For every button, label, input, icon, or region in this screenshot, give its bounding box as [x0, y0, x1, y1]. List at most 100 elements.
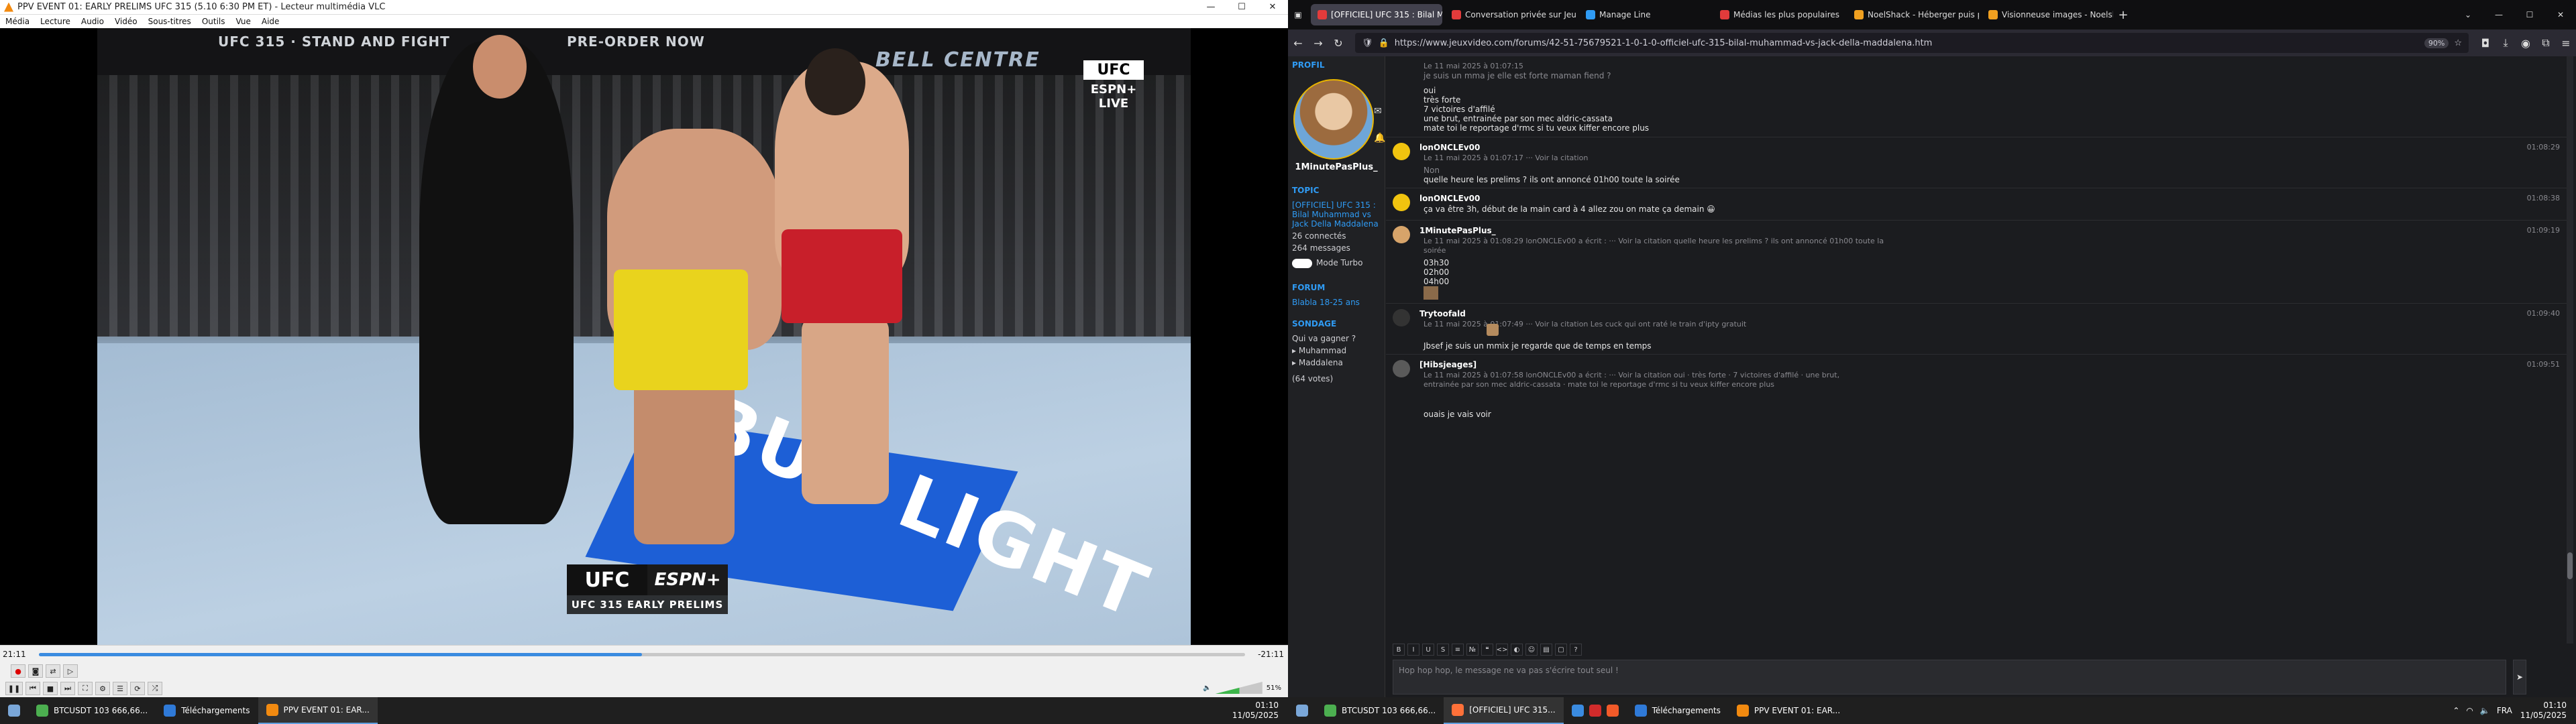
code-icon[interactable]: <> — [1496, 644, 1508, 656]
strike-icon[interactable]: S — [1437, 644, 1449, 656]
fullscreen-icon[interactable]: ⛶ — [78, 682, 93, 695]
taskbar-item-downloads[interactable]: Téléchargements — [1627, 697, 1729, 724]
bookmark-star-icon[interactable]: ☆ — [2454, 38, 2462, 48]
shield-icon[interactable]: 🛡 — [1362, 38, 1373, 48]
start-button[interactable] — [1288, 697, 1316, 724]
edge-icon[interactable] — [1571, 705, 1584, 717]
menu-view[interactable]: Vue — [231, 17, 256, 26]
opera-icon[interactable] — [1589, 705, 1601, 717]
sticker-image[interactable] — [1487, 324, 1499, 336]
help-icon[interactable]: ? — [1570, 644, 1582, 656]
poll-option-1[interactable]: ▸ Muhammad — [1288, 345, 1385, 357]
tab-noelshack-viewer[interactable]: Visionneuse images - Noelshac — [1982, 4, 2113, 25]
underline-icon[interactable]: U — [1422, 644, 1434, 656]
brave-icon[interactable] — [1606, 705, 1619, 717]
taskbar-item-firefox[interactable]: [OFFICIEL] UFC 315... — [1444, 697, 1564, 724]
tab-manage-line[interactable]: Manage Line — [1579, 4, 1711, 25]
new-tab-icon[interactable]: + — [2113, 8, 2133, 22]
taskbar-item-btc[interactable]: BTCUSDT 103 666,66... — [28, 697, 156, 724]
post-author[interactable]: lonONCLEv00 — [1419, 143, 1480, 152]
loop-ab-icon[interactable]: ⇄ — [46, 664, 60, 678]
post-author[interactable]: 1MinutePasPlus_ — [1419, 226, 1496, 235]
poll-option-2[interactable]: ▸ Maddalena — [1288, 357, 1385, 369]
image-icon[interactable]: ▤ — [1540, 644, 1552, 656]
pocket-icon[interactable]: ◘ — [2475, 37, 2496, 50]
menu-subtitles[interactable]: Sous-titres — [143, 17, 197, 26]
user-avatar[interactable] — [1393, 143, 1410, 160]
ordered-list-icon[interactable]: № — [1466, 644, 1479, 656]
zoom-badge[interactable]: 90% — [2424, 38, 2449, 48]
loop-icon[interactable]: ⟳ — [130, 682, 145, 695]
message-input[interactable]: Hop hop hop, le message ne va pas s'écri… — [1393, 660, 2506, 695]
taskbar-item-downloads[interactable]: Téléchargements — [156, 697, 258, 724]
scrollbar-thumb[interactable] — [2567, 552, 2573, 579]
playlist-icon[interactable]: ☰ — [113, 682, 127, 695]
user-avatar[interactable] — [1393, 360, 1410, 377]
post-time[interactable]: 01:09:40 — [2527, 309, 2560, 318]
menu-media[interactable]: Média — [0, 17, 35, 26]
lock-icon[interactable]: 🔒 — [1379, 38, 1389, 48]
post-author[interactable]: lonONCLEv00 — [1419, 194, 1480, 203]
tab-popular-media[interactable]: Médias les plus populaires — [1713, 4, 1845, 25]
speaker-icon[interactable]: 🔈 — [1203, 684, 1211, 692]
scrollbar[interactable] — [2567, 56, 2573, 644]
maximize-icon[interactable]: ☐ — [1226, 0, 1257, 15]
post-author[interactable]: Trytoofald — [1419, 309, 1466, 318]
mail-icon[interactable]: ✉ — [1374, 106, 1382, 117]
topic-title-link[interactable]: [OFFICIEL] UFC 315 : Bilal Muhammad vs J… — [1288, 199, 1385, 230]
taskbar-clock[interactable]: 01:10 11/05/2025 — [2520, 701, 2576, 721]
profile-username[interactable]: 1MinutePasPlus_ — [1288, 162, 1385, 172]
forum-link[interactable]: Blabla 18-25 ans — [1288, 296, 1385, 308]
tab-private-conversation[interactable]: Conversation privée sur Jeuxvi✕ — [1445, 4, 1576, 25]
downloads-icon[interactable]: ⤓ — [2496, 36, 2516, 50]
volume-slider[interactable] — [1215, 682, 1263, 694]
account-icon[interactable]: ◉ — [2516, 37, 2536, 50]
menu-icon[interactable]: ≡ — [2556, 37, 2576, 50]
taskbar-item-vlc[interactable]: PPV EVENT 01: EAR... — [258, 697, 378, 724]
smiley-icon[interactable]: ☺ — [1525, 644, 1538, 656]
italic-icon[interactable]: I — [1407, 644, 1419, 656]
volume-control[interactable]: 🔈 51% — [1203, 682, 1281, 694]
post-time[interactable]: 01:08:38 — [2527, 194, 2560, 202]
taskbar-item-btc[interactable]: BTCUSDT 103 666,66... — [1316, 697, 1444, 724]
menu-tools[interactable]: Outils — [197, 17, 231, 26]
snapshot-icon[interactable]: ◙ — [28, 664, 43, 678]
spoiler-icon[interactable]: ◐ — [1511, 644, 1523, 656]
pause-icon[interactable]: ❚❚ — [5, 682, 23, 695]
wifi-icon[interactable]: ◠ — [2466, 706, 2473, 715]
previous-icon[interactable]: ⏮ — [25, 682, 40, 695]
close-icon[interactable]: ✕ — [1257, 0, 1288, 15]
turbo-toggle[interactable] — [1292, 258, 1312, 268]
taskbar-item-vlc[interactable]: PPV EVENT 01: EAR... — [1729, 697, 1848, 724]
next-icon[interactable]: ⏭ — [60, 682, 75, 695]
tab-ufc-topic[interactable]: [OFFICIEL] UFC 315 : Bilal Muh✕ — [1311, 4, 1442, 25]
frame-step-icon[interactable]: ▷ — [63, 664, 78, 678]
stop-icon[interactable]: ■ — [43, 682, 58, 695]
list-icon[interactable]: ≡ — [1452, 644, 1464, 656]
taskbar-clock[interactable]: 01:10 11/05/2025 — [1232, 701, 1288, 721]
volume-icon[interactable]: 🔈 — [2480, 706, 2490, 715]
forward-icon[interactable]: → — [1308, 37, 1328, 50]
close-icon[interactable]: ✕ — [2545, 10, 2576, 19]
video-surface[interactable]: UFC 315 · STAND AND FIGHT PRE-ORDER NOW … — [0, 28, 1288, 645]
post-time[interactable]: 01:09:51 — [2527, 360, 2560, 369]
quote-icon[interactable]: ❝ — [1481, 644, 1493, 656]
sticker-image[interactable] — [1424, 286, 1438, 300]
bold-icon[interactable]: B — [1393, 644, 1405, 656]
maximize-icon[interactable]: ☐ — [2514, 10, 2545, 19]
menu-audio[interactable]: Audio — [76, 17, 109, 26]
shuffle-icon[interactable]: ⤮ — [148, 682, 162, 695]
bell-icon[interactable]: 🔔 — [1374, 133, 1385, 143]
menu-video[interactable]: Vidéo — [109, 17, 143, 26]
preview-icon[interactable]: ▢ — [1555, 644, 1567, 656]
post-time[interactable]: 01:09:19 — [2527, 226, 2560, 235]
start-button[interactable] — [0, 697, 28, 724]
tab-noelshack-upload[interactable]: NoelShack - Héberger puis part — [1847, 4, 1979, 25]
user-avatar[interactable] — [1393, 226, 1410, 243]
user-avatar[interactable] — [1393, 309, 1410, 326]
tab-list-icon[interactable]: ▣ — [1288, 10, 1308, 19]
extended-settings-icon[interactable]: ⚙ — [95, 682, 110, 695]
turbo-toggle-row[interactable]: Mode Turbo — [1288, 257, 1385, 269]
menu-help[interactable]: Aide — [256, 17, 285, 26]
url-bar[interactable]: 🛡 🔒 https://www.jeuxvideo.com/forums/42-… — [1355, 33, 2469, 53]
